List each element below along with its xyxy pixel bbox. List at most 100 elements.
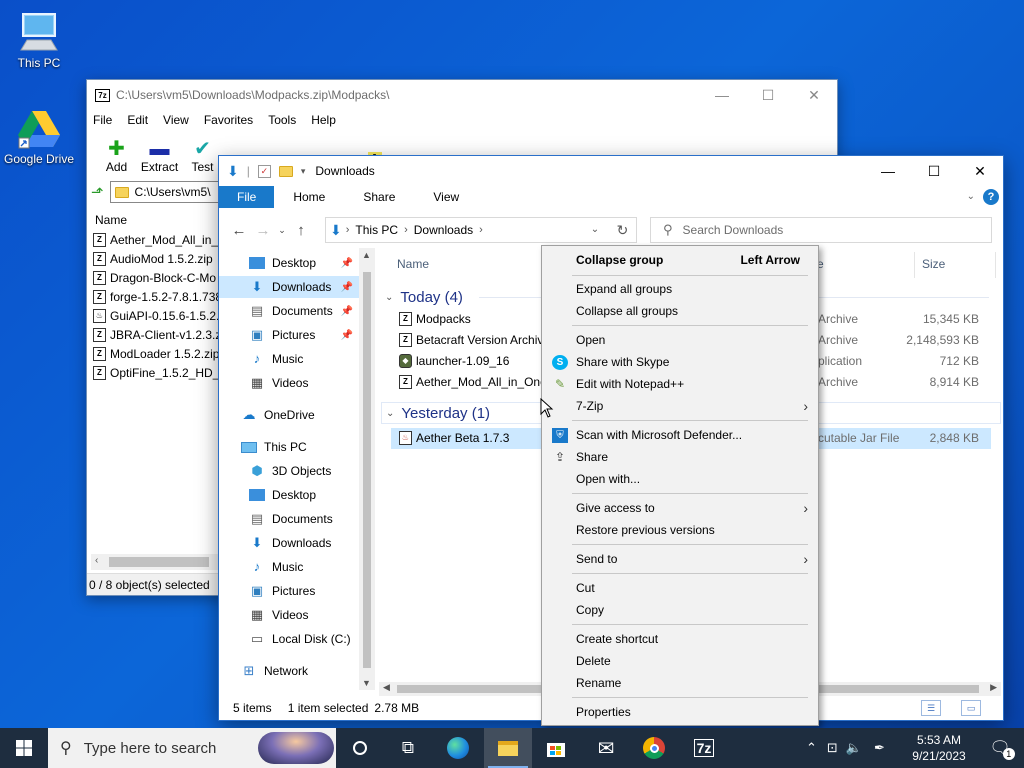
menu-item-open-with[interactable]: Open with...	[542, 468, 818, 490]
chevron-down-icon[interactable]: ▾	[301, 166, 306, 177]
taskbar-file-explorer[interactable]	[484, 728, 532, 768]
list-item[interactable]: Z OptiFine_1.5.2_HD_U	[91, 363, 221, 382]
menu-item-7zip[interactable]: 7-Zip ›	[542, 395, 818, 417]
column-divider[interactable]	[995, 252, 996, 278]
taskbar-search-box[interactable]: ⚲ Type here to search	[48, 728, 336, 768]
nav-item-music-pc[interactable]: ♪ Music	[219, 556, 359, 578]
menu-item-copy[interactable]: Copy	[542, 599, 818, 621]
pin-icon[interactable]: 📌	[341, 258, 353, 269]
scroll-left-icon[interactable]: ◀	[383, 682, 390, 693]
up-button[interactable]: ↑	[289, 222, 313, 239]
taskbar-edge[interactable]	[434, 728, 482, 768]
scroll-thumb[interactable]	[363, 272, 371, 668]
pin-icon[interactable]: 📌	[341, 306, 353, 317]
column-header-name[interactable]: Name	[397, 257, 429, 271]
list-item[interactable]: Z AudioMod 1.5.2.zip	[91, 249, 221, 268]
scroll-up-icon[interactable]: ▲	[362, 250, 371, 260]
tab-home[interactable]: Home	[274, 186, 344, 208]
menu-item-share[interactable]: ⇪ Share	[542, 446, 818, 468]
menu-view[interactable]: View	[163, 113, 189, 127]
nav-item-desktop[interactable]: Desktop 📌	[219, 252, 359, 274]
menu-item-edit-with-notepad[interactable]: ✎ Edit with Notepad++	[542, 373, 818, 395]
pen-ink-workspace-icon[interactable]: ✒	[874, 740, 885, 756]
up-folder-icon[interactable]: ⬏	[91, 183, 104, 201]
7zip-address-input[interactable]: C:\Users\vm5\	[109, 181, 230, 203]
group-header-today[interactable]: ⌄ Today (4)	[385, 287, 463, 307]
tab-share[interactable]: Share	[344, 186, 414, 208]
menu-help[interactable]: Help	[311, 113, 336, 127]
properties-check-icon[interactable]: ✓	[257, 164, 271, 178]
desktop-icon-google-drive[interactable]: Google Drive	[0, 108, 78, 166]
list-item[interactable]: Z JBRA-Client-v1.2.3.zi	[91, 325, 221, 344]
menu-tools[interactable]: Tools	[268, 113, 296, 127]
menu-file[interactable]: File	[93, 113, 112, 127]
nav-item-desktop-pc[interactable]: Desktop	[219, 484, 359, 506]
nav-item-pictures[interactable]: ▣ Pictures 📌	[219, 324, 359, 346]
taskbar-mail[interactable]: ✉	[582, 728, 630, 768]
desktop-icon-this-pc[interactable]: This PC	[0, 10, 78, 70]
breadcrumb-this-pc[interactable]: This PC	[355, 223, 398, 237]
menu-item-expand-all-groups[interactable]: Expand all groups	[542, 278, 818, 300]
minimize-button[interactable]: —	[865, 156, 911, 186]
pin-icon[interactable]: 📌	[341, 330, 353, 341]
new-folder-icon[interactable]	[278, 165, 293, 177]
menu-item-share-with-skype[interactable]: S Share with Skype	[542, 351, 818, 373]
nav-item-videos-pc[interactable]: ▦ Videos	[219, 604, 359, 626]
details-view-icon[interactable]: ☰	[921, 700, 941, 716]
network-status-icon[interactable]: ⊡	[827, 740, 838, 756]
nav-item-documents-pc[interactable]: ▤ Documents	[219, 508, 359, 530]
nav-item-documents[interactable]: ▤ Documents 📌	[219, 300, 359, 322]
volume-muted-icon[interactable]: 🔈	[846, 740, 862, 756]
menu-item-scan-with-defender[interactable]: ⛨ Scan with Microsoft Defender...	[542, 424, 818, 446]
nav-item-pictures-pc[interactable]: ▣ Pictures	[219, 580, 359, 602]
tab-view[interactable]: View	[414, 186, 478, 208]
column-header-size[interactable]: Size	[922, 257, 945, 271]
address-dropdown-icon[interactable]: ⌄	[584, 218, 606, 242]
task-view-button[interactable]: ⧉	[384, 728, 432, 768]
menu-item-delete[interactable]: Delete	[542, 650, 818, 672]
close-button[interactable]: ✕	[957, 156, 1003, 186]
large-icons-view-icon[interactable]: ▭	[961, 700, 981, 716]
refresh-button[interactable]: ↻	[609, 217, 637, 243]
close-button[interactable]: ✕	[791, 80, 837, 110]
forward-button[interactable]: →	[251, 222, 275, 239]
help-button[interactable]: ?	[983, 189, 999, 205]
taskbar-microsoft-store[interactable]	[532, 728, 580, 768]
taskbar-clock[interactable]: 5:53 AM 9/21/2023	[906, 732, 972, 764]
cortana-button[interactable]	[336, 728, 384, 768]
back-button[interactable]: ←	[227, 222, 251, 239]
list-item[interactable]: Z Aether_Mod_All_in_C	[91, 230, 221, 249]
scroll-thumb[interactable]	[109, 557, 209, 567]
breadcrumb-downloads[interactable]: Downloads	[414, 223, 473, 237]
scroll-down-icon[interactable]: ▼	[362, 678, 371, 688]
nav-item-downloads[interactable]: ⬇ Downloads 📌	[219, 276, 359, 298]
navigation-pane-scrollbar[interactable]: ▲ ▼	[359, 248, 375, 690]
menu-item-send-to[interactable]: Send to ›	[542, 548, 818, 570]
menu-item-collapse-group[interactable]: Collapse group Left Arrow	[542, 249, 818, 271]
nav-item-onedrive[interactable]: ☁ OneDrive	[219, 404, 359, 426]
search-input[interactable]: ⚲ Search Downloads	[650, 217, 992, 243]
maximize-button[interactable]: ☐	[911, 156, 957, 186]
list-item[interactable]: Zforge-1.5.2-7.8.1.738	[91, 287, 221, 306]
start-button[interactable]	[0, 728, 48, 768]
menu-edit[interactable]: Edit	[127, 113, 148, 127]
pin-icon[interactable]: 📌	[341, 282, 353, 293]
address-bar[interactable]: ⬇ › This PC › Downloads › ⌄	[325, 217, 637, 243]
add-button[interactable]: ✚ Add	[95, 138, 138, 174]
nav-item-music[interactable]: ♪ Music	[219, 348, 359, 370]
tab-file[interactable]: File	[219, 186, 275, 208]
menu-favorites[interactable]: Favorites	[204, 113, 253, 127]
column-header-name[interactable]: Name	[91, 210, 221, 230]
scroll-left-icon[interactable]: ‹	[95, 555, 98, 566]
nav-item-videos[interactable]: ▦ Videos	[219, 372, 359, 394]
7zip-horizontal-scrollbar[interactable]: ‹	[91, 554, 219, 570]
list-item[interactable]: Z ModLoader 1.5.2.zip	[91, 344, 221, 363]
scroll-right-icon[interactable]: ▶	[990, 682, 997, 693]
menu-item-restore-previous-versions[interactable]: Restore previous versions	[542, 519, 818, 541]
nav-item-this-pc[interactable]: This PC	[219, 436, 359, 458]
expand-ribbon-icon[interactable]: ⌄	[967, 191, 975, 202]
menu-item-cut[interactable]: Cut	[542, 577, 818, 599]
nav-item-downloads-pc[interactable]: ⬇ Downloads	[219, 532, 359, 554]
menu-item-create-shortcut[interactable]: Create shortcut	[542, 628, 818, 650]
recent-locations-icon[interactable]: ⌄	[275, 225, 289, 236]
